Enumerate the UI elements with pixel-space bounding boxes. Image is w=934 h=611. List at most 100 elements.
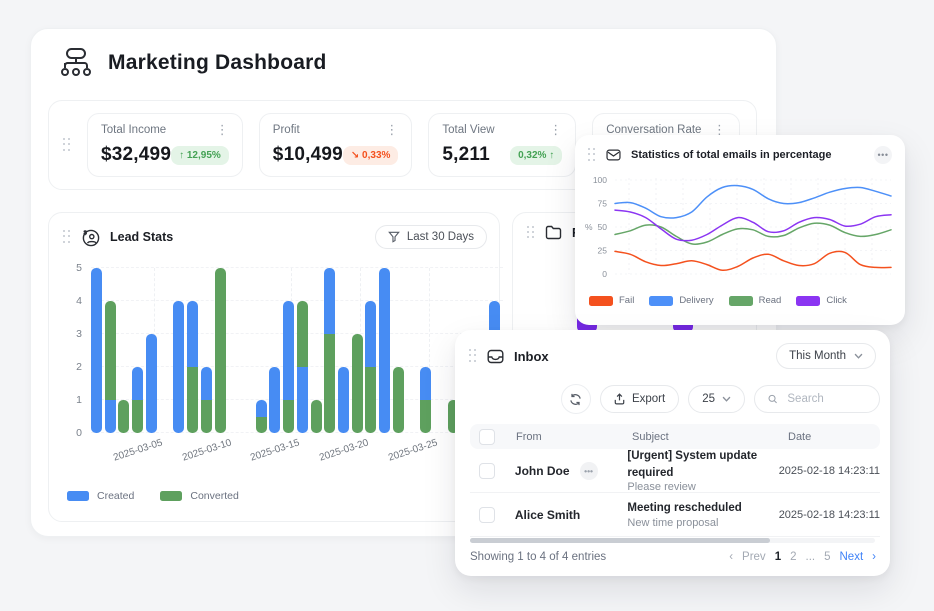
row-checkbox-cell (470, 507, 515, 523)
export-icon (614, 393, 625, 405)
bar-segment (338, 367, 349, 433)
legend-label: Converted (190, 490, 238, 502)
bar-segment (105, 400, 116, 433)
pagination: ‹ Prev 12... 5 Next › (729, 551, 876, 563)
row-checkbox[interactable] (479, 463, 495, 479)
screen: Marketing Dashboard Total Income⋮$32,499… (0, 0, 934, 611)
pagination-item[interactable]: ... (806, 551, 816, 563)
more-options-button[interactable]: ••• (874, 146, 892, 164)
bar-segment (173, 301, 184, 433)
kpi-card-bottom: 5,2110,32% ↑ (442, 144, 562, 166)
kebab-menu-icon[interactable]: ⋮ (216, 125, 229, 135)
refresh-button[interactable] (561, 384, 591, 414)
bar-segment (324, 334, 335, 433)
from-cell: Alice Smith (515, 508, 628, 522)
table-row[interactable]: Alice SmithMeeting rescheduledNew time p… (470, 493, 880, 537)
pagination-item[interactable]: 5 (824, 551, 830, 563)
drag-handle-icon[interactable] (588, 148, 596, 162)
bar (297, 301, 308, 433)
gridline (91, 267, 503, 268)
select-all-checkbox[interactable] (479, 429, 495, 445)
legend-item: Read (729, 295, 782, 306)
bar (338, 367, 349, 433)
kpi-trend-badge: ↘ 0,33% (343, 146, 399, 165)
email-stats-title: Statistics of total emails in percentage (631, 149, 832, 161)
bar (201, 367, 212, 433)
legend-item: Click (796, 295, 847, 306)
funnel-icon (388, 231, 400, 243)
period-select-value: This Month (789, 350, 846, 362)
page-size-select[interactable]: 25 (688, 385, 745, 413)
bar (91, 268, 102, 433)
bar (105, 301, 116, 433)
pagination-item[interactable]: Next (840, 551, 864, 563)
pagination-item[interactable]: 2 (790, 551, 796, 563)
y-axis-tick-label: 25 (598, 246, 608, 256)
kpi-value: 5,211 (442, 144, 490, 166)
bar (324, 268, 335, 433)
kpi-title: Profit (273, 124, 300, 136)
from-cell: John Doe••• (515, 462, 628, 480)
chevron-down-icon (854, 353, 863, 359)
drag-handle-icon[interactable] (469, 349, 477, 363)
row-actions-button[interactable]: ••• (580, 462, 598, 480)
bar (352, 334, 363, 433)
legend-swatch (589, 296, 613, 306)
bar (118, 400, 129, 433)
bar-segment (187, 367, 198, 433)
lead-stats-panel: $ Lead Stats Last 30 Days 0123452025-03-… (48, 212, 500, 522)
bar-segment (379, 268, 390, 433)
scrollbar-thumb[interactable] (470, 538, 770, 543)
kpi-title: Total Income (101, 124, 166, 136)
bar-segment (215, 268, 226, 433)
export-button[interactable]: Export (600, 385, 679, 413)
inbox-header: Inbox This Month (469, 343, 876, 369)
bar-segment (324, 268, 335, 334)
legend-item: Fail (589, 295, 634, 306)
bar-segment (283, 400, 294, 433)
bar-segment (132, 400, 143, 433)
envelope-icon (606, 149, 621, 161)
y-axis-tick-label: 0 (76, 427, 82, 439)
column-header: Date (788, 431, 880, 443)
drag-handle-icon[interactable] (63, 230, 71, 244)
period-select[interactable]: This Month (776, 343, 876, 369)
lead-stats-title: Lead Stats (110, 230, 173, 244)
bar (379, 268, 390, 433)
bar (420, 367, 431, 433)
bar (365, 301, 376, 433)
bar-segment (420, 367, 431, 400)
kebab-menu-icon[interactable]: ⋮ (385, 125, 398, 135)
gridline (91, 300, 503, 301)
inbox-icon (487, 349, 504, 364)
date-filter-button[interactable]: Last 30 Days (375, 225, 487, 249)
drag-handle-icon[interactable] (527, 226, 535, 240)
folder-icon (545, 225, 562, 240)
horizontal-scrollbar[interactable] (470, 538, 875, 543)
drag-handle-icon[interactable] (63, 138, 71, 152)
kebab-menu-icon[interactable]: ⋮ (549, 125, 562, 135)
y-axis-tick-label: 100 (593, 175, 607, 185)
bar (283, 301, 294, 433)
legend-label: Fail (619, 295, 634, 306)
legend-swatch (67, 491, 89, 501)
pagination-item[interactable]: ‹ (729, 551, 733, 563)
sender-name: Alice Smith (515, 508, 580, 522)
pagination-item[interactable]: Prev (742, 551, 766, 563)
bar (187, 301, 198, 433)
row-checkbox[interactable] (479, 507, 495, 523)
y-axis-tick-label: 4 (76, 295, 82, 307)
search-box[interactable] (754, 385, 880, 413)
bar-segment (297, 301, 308, 367)
table-header-row: FromSubjectDate (470, 424, 880, 449)
pagination-item[interactable]: › (872, 551, 876, 563)
table-row[interactable]: John Doe•••[Urgent] System update requir… (470, 449, 880, 493)
inbox-title: Inbox (514, 349, 549, 364)
inbox-table: FromSubjectDateJohn Doe•••[Urgent] Syste… (470, 424, 880, 537)
pagination-item[interactable]: 1 (775, 551, 781, 563)
bar-segment (365, 367, 376, 433)
kebab-menu-icon[interactable]: ⋮ (713, 125, 726, 135)
y-axis-tick-label: 5 (76, 262, 82, 274)
search-input[interactable] (785, 392, 866, 406)
subject-text: Meeting rescheduled (627, 500, 778, 517)
